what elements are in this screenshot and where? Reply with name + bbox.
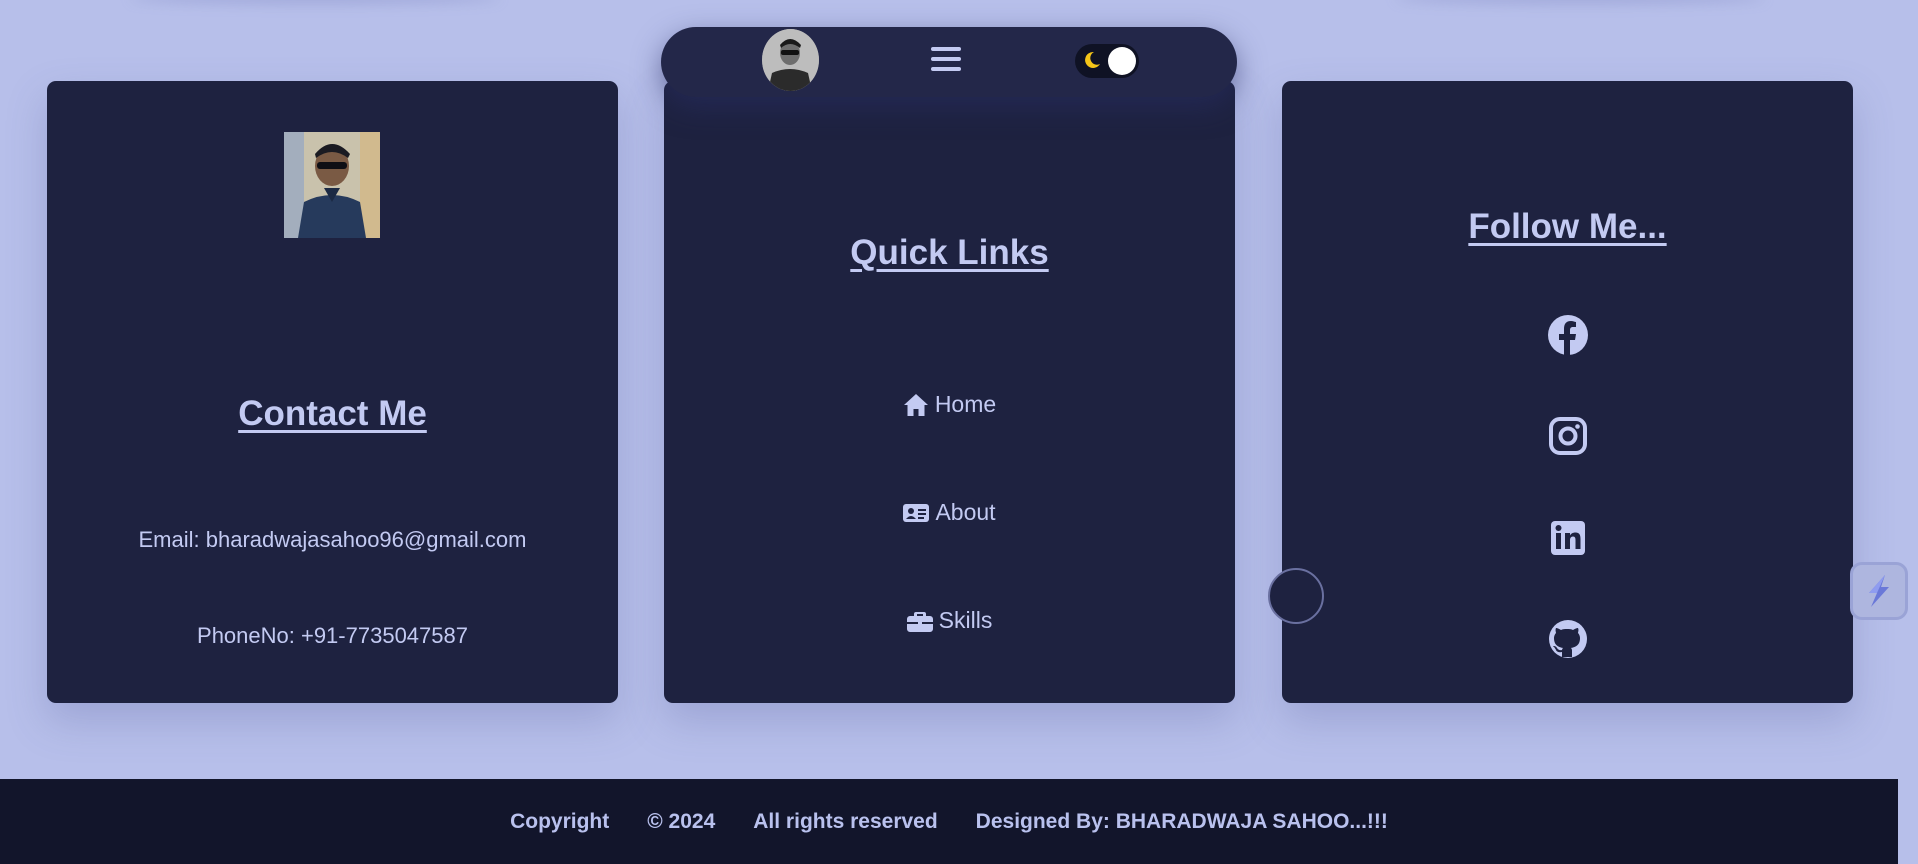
github-icon xyxy=(1548,620,1587,658)
facebook-link[interactable] xyxy=(1547,314,1589,356)
instagram-link[interactable] xyxy=(1547,415,1589,457)
follow-title: Follow Me... xyxy=(1468,207,1667,246)
lightning-icon xyxy=(1869,575,1889,607)
avatar[interactable] xyxy=(762,29,819,91)
quick-link-about-label: About xyxy=(935,499,996,525)
top-shadow-right xyxy=(1395,0,1765,4)
quick-link-about[interactable]: About xyxy=(664,499,1235,526)
hamburger-menu-icon[interactable] xyxy=(931,47,961,75)
contact-photo xyxy=(284,132,380,238)
quick-link-home[interactable]: Home xyxy=(664,391,1235,418)
theme-toggle[interactable] xyxy=(1075,44,1139,78)
home-icon xyxy=(903,393,928,416)
quick-links-title: Quick Links xyxy=(850,233,1049,272)
contact-phone[interactable]: PhoneNo: +91-7735047587 xyxy=(47,623,618,649)
scroll-top-button[interactable] xyxy=(1268,568,1324,624)
side-widget-button[interactable] xyxy=(1850,562,1908,620)
id-card-icon xyxy=(903,503,930,522)
top-shadow-left xyxy=(130,0,500,4)
follow-card: Follow Me... xyxy=(1282,81,1853,703)
footer-right-gutter xyxy=(1898,779,1918,864)
moon-icon xyxy=(1085,51,1100,68)
briefcase-icon xyxy=(906,611,933,632)
quick-link-skills[interactable]: Skills xyxy=(664,607,1235,634)
facebook-icon xyxy=(1547,315,1588,355)
footer: Copyright © 2024 All rights reserved Des… xyxy=(0,779,1898,864)
footer-copyright: Copyright xyxy=(510,809,610,833)
contact-card: Contact Me Email: bharadwajasahoo96@gmai… xyxy=(47,81,618,703)
floating-navbar xyxy=(661,27,1237,97)
github-link[interactable] xyxy=(1547,618,1589,660)
contact-title: Contact Me xyxy=(238,394,427,433)
toggle-knob xyxy=(1108,47,1136,75)
quick-link-skills-label: Skills xyxy=(938,607,993,633)
footer-rights: All rights reserved xyxy=(753,809,938,833)
footer-year: © 2024 xyxy=(647,809,716,833)
instagram-icon xyxy=(1548,417,1587,455)
footer-designer: Designed By: BHARADWAJA SAHOO...!!! xyxy=(975,809,1388,833)
quick-link-home-label: Home xyxy=(934,391,997,417)
contact-email[interactable]: Email: bharadwajasahoo96@gmail.com xyxy=(47,527,618,553)
linkedin-link[interactable] xyxy=(1547,517,1589,559)
linkedin-icon xyxy=(1550,521,1585,555)
quick-links-card: Quick Links Home About Skills xyxy=(664,81,1235,703)
